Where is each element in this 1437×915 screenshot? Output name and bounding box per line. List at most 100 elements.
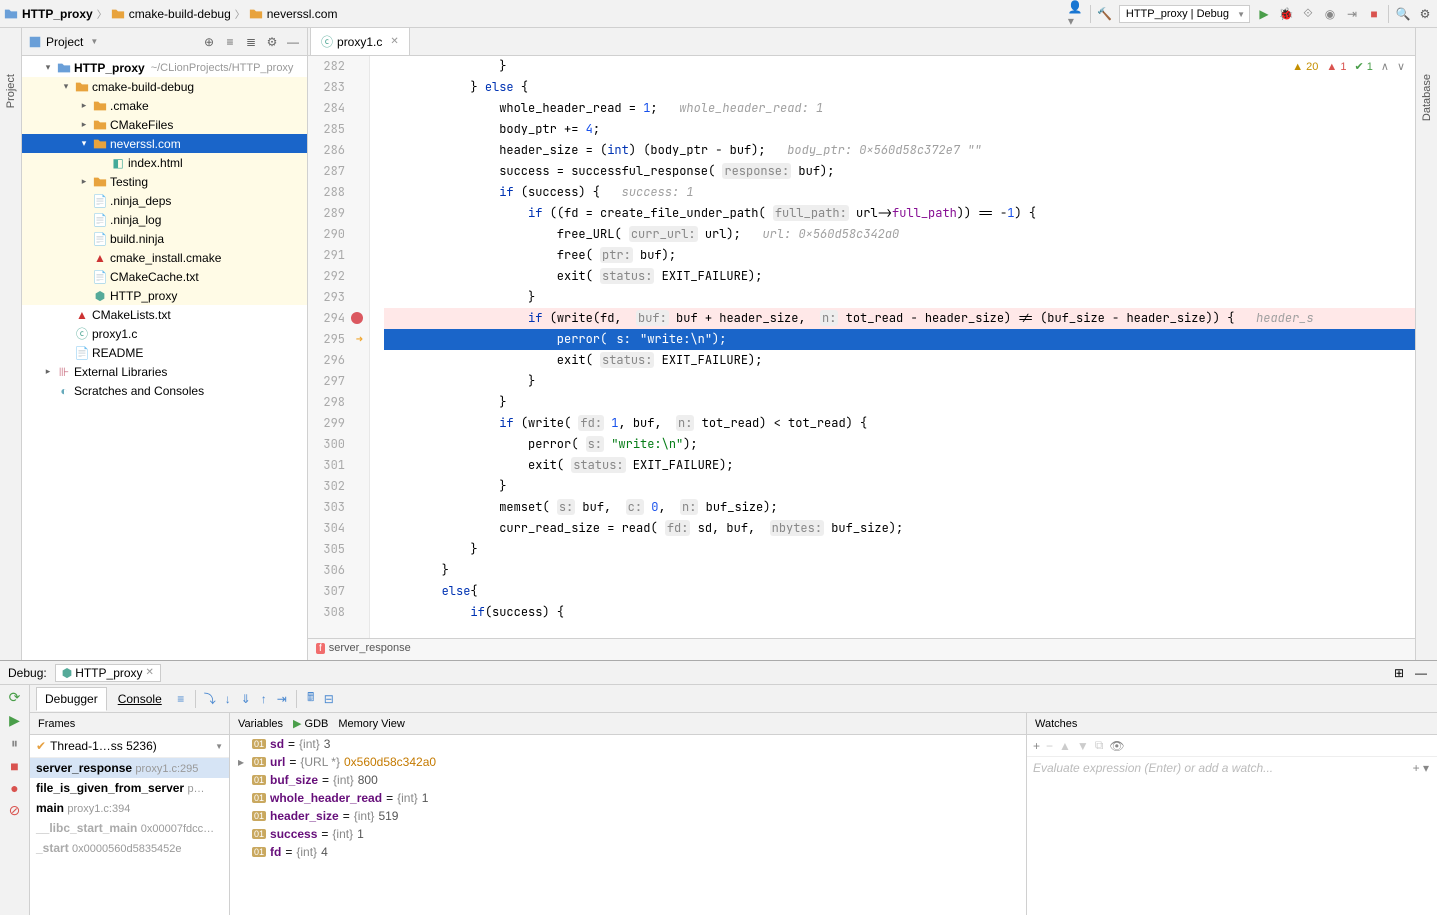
code-line[interactable]: }: [384, 56, 1415, 77]
tree-ninja-log[interactable]: 📄.ninja_log: [22, 210, 307, 229]
force-step-icon[interactable]: ⇓: [238, 691, 254, 707]
step-into-icon[interactable]: ↓: [220, 691, 236, 707]
project-tree[interactable]: ▾HTTP_proxy~/CLionProjects/HTTP_proxy ▾c…: [22, 56, 307, 660]
code-line[interactable]: } else {: [384, 77, 1415, 98]
project-panel-title[interactable]: Project: [28, 35, 197, 49]
code-line[interactable]: body_ptr += 4;: [384, 119, 1415, 140]
frame-row[interactable]: file_is_given_from_server p…: [30, 778, 229, 798]
code-line[interactable]: perror( s: "write:\n");: [384, 434, 1415, 455]
hide-icon[interactable]: —: [285, 34, 301, 50]
code-line[interactable]: if(success) {: [384, 602, 1415, 623]
code-line[interactable]: if ((fd = create_file_under_path( full_p…: [384, 203, 1415, 224]
add-watch-icon[interactable]: +: [1033, 739, 1040, 753]
code-line[interactable]: free_URL( curr_url: url); url: 0x560d58c…: [384, 224, 1415, 245]
mute-bp-icon[interactable]: ⊘: [9, 802, 21, 819]
show-watch-icon[interactable]: 👁: [1109, 739, 1124, 753]
tree-cmakefiles[interactable]: ▸CMakeFiles: [22, 115, 307, 134]
down-watch-icon[interactable]: ▼: [1077, 739, 1089, 753]
code-line[interactable]: free( ptr: buf);: [384, 245, 1415, 266]
code-line[interactable]: curr_read_size = read( fd: sd, buf, nbyt…: [384, 518, 1415, 539]
watch-input[interactable]: Evaluate expression (Enter) or add a wat…: [1027, 757, 1413, 779]
tree-testing[interactable]: ▸Testing: [22, 172, 307, 191]
coverage-icon[interactable]: ⟐: [1300, 6, 1316, 22]
variable-row[interactable]: 01 success = {int} 1: [230, 825, 1026, 843]
code-line[interactable]: whole_header_read = 1; whole_header_read…: [384, 98, 1415, 119]
code-area[interactable]: } } else { whole_header_read = 1; whole_…: [370, 56, 1415, 638]
tree-ninja-deps[interactable]: 📄.ninja_deps: [22, 191, 307, 210]
thread-select[interactable]: ✔ Thread-1…ss 5236): [30, 735, 229, 758]
add-expr-icon[interactable]: + ▾: [1413, 761, 1437, 775]
hide-panel-icon[interactable]: —: [1413, 665, 1429, 681]
code-line[interactable]: perror( s: "write:\n");: [384, 329, 1415, 350]
code-line[interactable]: else{: [384, 581, 1415, 602]
tree-index-html[interactable]: ◧index.html: [22, 153, 307, 172]
resume-icon[interactable]: ▶: [9, 712, 20, 729]
run-to-cursor-icon[interactable]: ⇥: [274, 691, 290, 707]
code-line[interactable]: }: [384, 371, 1415, 392]
tree-cmake[interactable]: ▸.cmake: [22, 96, 307, 115]
rail-project[interactable]: Project: [5, 68, 17, 114]
tab-proxy1[interactable]: ⓒ proxy1.c ✕: [310, 27, 410, 55]
tree-build-ninja[interactable]: 📄build.ninja: [22, 229, 307, 248]
stop-icon[interactable]: ■: [10, 758, 18, 774]
tree-cmakelists[interactable]: ▲CMakeLists.txt: [22, 305, 307, 324]
rerun-icon[interactable]: ⟳: [9, 689, 21, 706]
crumb-root[interactable]: HTTP_proxy: [4, 7, 93, 21]
tree-proxy1[interactable]: ⓒproxy1.c: [22, 324, 307, 343]
remove-watch-icon[interactable]: −: [1046, 739, 1053, 753]
variable-row[interactable]: 01 whole_header_read = {int} 1: [230, 789, 1026, 807]
frame-row[interactable]: main proxy1.c:394: [30, 798, 229, 818]
step-out-icon[interactable]: ↑: [256, 691, 272, 707]
frame-row[interactable]: _start 0x0000560d5835452e: [30, 838, 229, 858]
frame-row[interactable]: __libc_start_main 0x00007fdcc…: [30, 818, 229, 838]
code-line[interactable]: }: [384, 392, 1415, 413]
up-watch-icon[interactable]: ▲: [1059, 739, 1071, 753]
tree-scratches[interactable]: ◐Scratches and Consoles: [22, 381, 307, 400]
tree-extlib[interactable]: ▸⊪External Libraries: [22, 362, 307, 381]
variable-row[interactable]: ▸01 url = {URL *} 0x560d58c342a0: [230, 753, 1026, 771]
tree-root[interactable]: ▾HTTP_proxy~/CLionProjects/HTTP_proxy: [22, 58, 307, 77]
trace-icon[interactable]: ⊟: [321, 691, 337, 707]
settings-icon[interactable]: ⚙: [1417, 6, 1433, 22]
evaluate-icon[interactable]: 🖩: [303, 691, 319, 707]
variable-row[interactable]: 01 header_size = {int} 519: [230, 807, 1026, 825]
code-line[interactable]: }: [384, 560, 1415, 581]
run-config-select[interactable]: HTTP_proxy | Debug: [1119, 5, 1250, 23]
debug-config-chip[interactable]: ⬢ HTTP_proxy ✕: [55, 664, 161, 682]
expand-icon[interactable]: ≡: [222, 34, 238, 50]
crumb-build[interactable]: cmake-build-debug: [111, 7, 231, 21]
tab-debugger[interactable]: Debugger: [36, 687, 107, 711]
tree-cmake-install[interactable]: ▲cmake_install.cmake: [22, 248, 307, 267]
copy-watch-icon[interactable]: ⧉: [1095, 738, 1104, 753]
vars-tab-variables[interactable]: Variables: [238, 718, 283, 730]
code-line[interactable]: }: [384, 539, 1415, 560]
collapse-icon[interactable]: ≣: [243, 34, 259, 50]
attach-icon[interactable]: ⇥: [1344, 6, 1360, 22]
gutter[interactable]: 2822832842852862872882892902912922932942…: [308, 56, 370, 638]
variable-row[interactable]: 01 fd = {int} 4: [230, 843, 1026, 861]
editor-footer-crumb[interactable]: fserver_response: [308, 638, 1415, 660]
code-line[interactable]: if (success) { success: 1: [384, 182, 1415, 203]
build-icon[interactable]: 🔨: [1097, 6, 1113, 22]
tab-console[interactable]: Console: [109, 687, 171, 711]
run-icon[interactable]: ▶: [1256, 6, 1272, 22]
search-icon[interactable]: 🔍: [1395, 6, 1411, 22]
code-line[interactable]: success = successful_response( response:…: [384, 161, 1415, 182]
step-over-icon[interactable]: ⤵: [202, 691, 218, 707]
tree-neverssl[interactable]: ▾neverssl.com: [22, 134, 307, 153]
crumb-leaf[interactable]: neverssl.com: [249, 7, 338, 21]
threads-icon[interactable]: ≡: [173, 691, 189, 707]
code-line[interactable]: }: [384, 476, 1415, 497]
code-line[interactable]: exit( status: EXIT_FAILURE);: [384, 455, 1415, 476]
code-line[interactable]: if (write(fd, buf: buf + header_size, n:…: [384, 308, 1415, 329]
variable-row[interactable]: 01 sd = {int} 3: [230, 735, 1026, 753]
variable-row[interactable]: 01 buf_size = {int} 800: [230, 771, 1026, 789]
code-line[interactable]: memset( s: buf, c: 0, n: buf_size);: [384, 497, 1415, 518]
layout-icon[interactable]: ⊞: [1391, 665, 1407, 681]
profile-icon[interactable]: ◉: [1322, 6, 1338, 22]
code-line[interactable]: if (write( fd: 1, buf, n: tot_read) < to…: [384, 413, 1415, 434]
tree-build-dir[interactable]: ▾cmake-build-debug: [22, 77, 307, 96]
pause-icon[interactable]: ⏸: [11, 735, 18, 752]
rail-database[interactable]: Database: [1421, 68, 1433, 127]
close-tab-icon[interactable]: ✕: [390, 36, 398, 47]
